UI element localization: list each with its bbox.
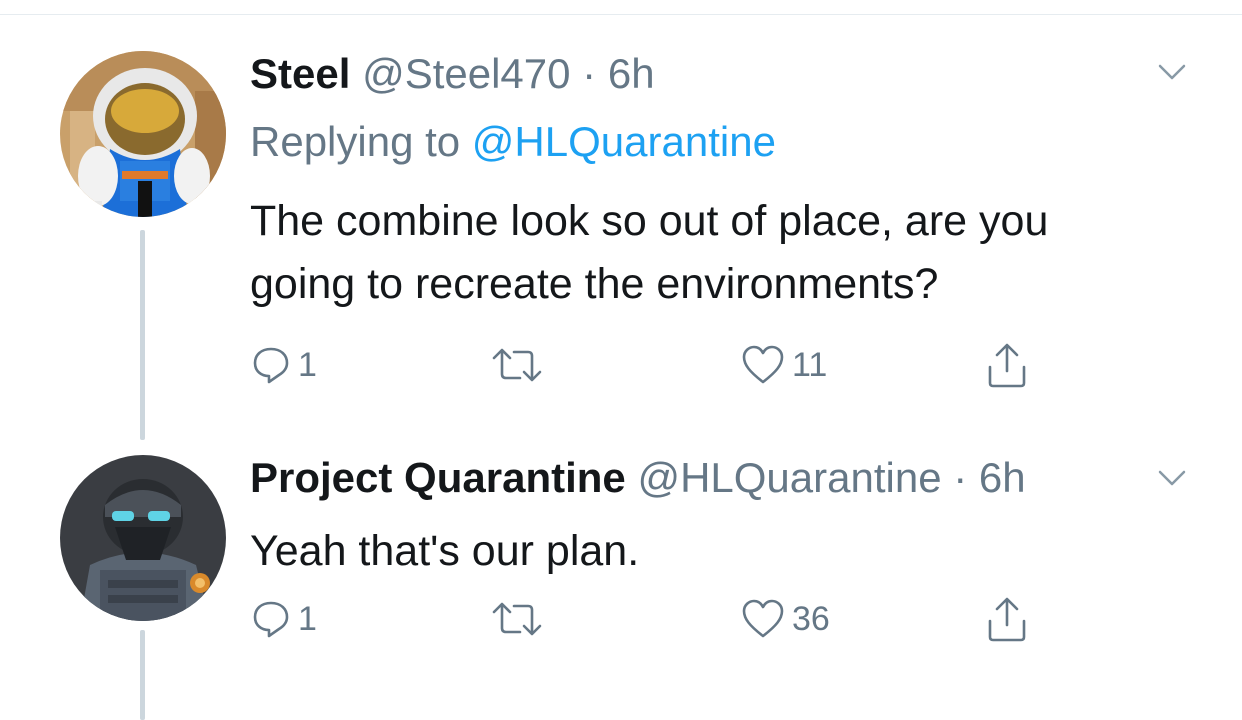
tweet-header: Steel @Steel470 · 6h (250, 50, 655, 98)
share-button[interactable] (985, 340, 1029, 390)
tweet-header: Project Quarantine @HLQuarantine · 6h (250, 454, 1026, 502)
user-handle[interactable]: @HLQuarantine (637, 454, 941, 501)
tweet-text: The combine look so out of place, are yo… (250, 190, 1190, 316)
retweet-icon (492, 602, 542, 636)
reply-count: 1 (298, 599, 317, 638)
reply-button[interactable]: 1 (250, 340, 317, 390)
replying-to: Replying to @HLQuarantine (250, 118, 776, 166)
like-count: 36 (792, 599, 830, 638)
avatar-steel[interactable] (60, 51, 226, 217)
like-button[interactable]: 11 (740, 340, 827, 390)
user-handle[interactable]: @Steel470 (362, 50, 570, 97)
chevron-down-icon[interactable] (1157, 468, 1187, 488)
heart-icon (742, 345, 784, 384)
display-name[interactable]: Project Quarantine (250, 454, 626, 501)
replying-to-label: Replying to (250, 118, 461, 165)
timestamp[interactable]: 6h (608, 50, 655, 97)
reply-icon (253, 347, 289, 384)
reply-icon (253, 601, 289, 638)
combine-soldier-avatar-icon (60, 455, 226, 621)
retweet-icon (492, 348, 542, 382)
thread-connector (140, 230, 145, 440)
share-icon (988, 343, 1026, 388)
tweet-text-line: going to recreate the environments? (250, 260, 939, 308)
tweet-text-line: The combine look so out of place, are yo… (250, 197, 1049, 245)
tweet-steel[interactable]: Steel @Steel470 · 6h Replying to @HLQuar… (0, 0, 1242, 440)
retweet-button[interactable] (490, 594, 544, 644)
astronaut-avatar-icon (60, 51, 226, 217)
tweet-actions: 1 11 (250, 340, 1050, 390)
reply-button[interactable]: 1 (250, 594, 317, 644)
chevron-down-icon[interactable] (1157, 62, 1187, 82)
separator-dot: · (570, 50, 608, 97)
reply-handle-link[interactable]: @HLQuarantine (472, 118, 776, 165)
tweet-project-quarantine[interactable]: Project Quarantine @HLQuarantine · 6h Ye… (0, 440, 1242, 720)
display-name[interactable]: Steel (250, 50, 350, 97)
heart-icon (742, 599, 784, 638)
share-icon (988, 597, 1026, 642)
like-button[interactable]: 36 (740, 594, 830, 644)
timestamp[interactable]: 6h (979, 454, 1026, 501)
retweet-button[interactable] (490, 340, 544, 390)
tweet-text-line: Yeah that's our plan. (250, 527, 640, 575)
tweet-text: Yeah that's our plan. (250, 520, 1190, 583)
tweet-actions: 1 36 (250, 594, 1050, 644)
like-count: 11 (792, 345, 828, 384)
share-button[interactable] (985, 594, 1029, 644)
avatar-project-quarantine[interactable] (60, 455, 226, 621)
separator-dot: · (941, 454, 979, 501)
reply-count: 1 (298, 345, 317, 384)
thread-connector (140, 630, 145, 720)
